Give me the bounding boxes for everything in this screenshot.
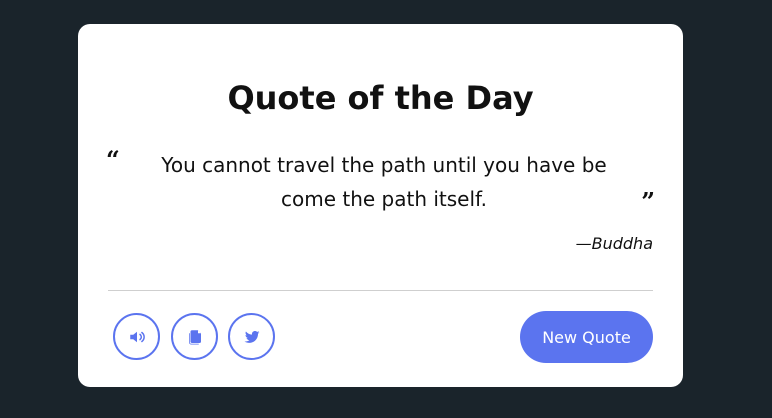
twitter-icon	[243, 328, 261, 346]
new-quote-button[interactable]: New Quote	[520, 311, 653, 363]
right-quote-icon: ”	[641, 187, 655, 216]
speak-button[interactable]	[113, 313, 160, 360]
quote-actions: New Quote	[113, 311, 653, 363]
divider	[108, 290, 653, 291]
page-title: Quote of the Day	[227, 79, 534, 117]
quote-text: You cannot travel the path until you hav…	[161, 153, 607, 211]
quote-card: Quote of the Day “ You cannot travel the…	[78, 24, 683, 387]
twitter-button[interactable]	[228, 313, 275, 360]
copy-icon	[186, 328, 204, 346]
left-quote-icon: “	[106, 145, 120, 174]
volume-icon	[128, 328, 146, 346]
copy-button[interactable]	[171, 313, 218, 360]
quote-block: “ You cannot travel the path until you h…	[106, 148, 655, 248]
quote-author: —Buddha	[575, 234, 653, 253]
